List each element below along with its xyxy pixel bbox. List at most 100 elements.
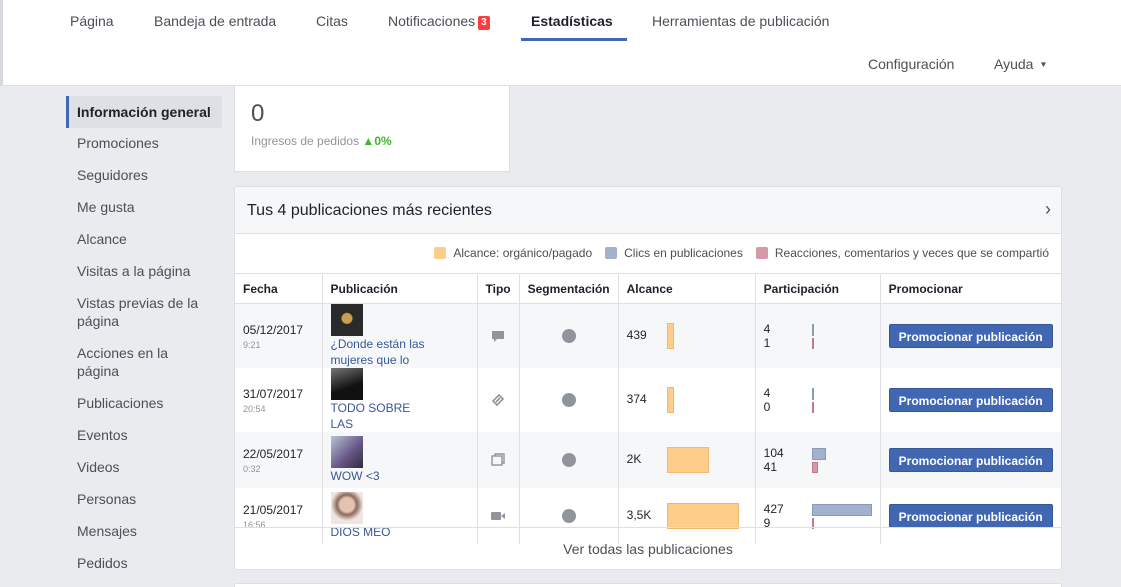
link-icon <box>491 393 505 407</box>
clicks-bar <box>811 388 814 400</box>
col-tipo: Tipo <box>477 273 520 304</box>
clicks-bar <box>811 504 872 516</box>
sidebar-item-publicaciones[interactable]: Publicaciones <box>66 394 222 412</box>
revenue-change: 0% <box>374 134 392 148</box>
post-date: 22/05/2017 <box>243 446 304 461</box>
sidebar-item-seguidores[interactable]: Seguidores <box>66 166 222 184</box>
post-thumbnail[interactable] <box>330 492 363 524</box>
reach-value: 439 <box>626 328 647 343</box>
post-text[interactable]: ¿Donde están las mujeres que lo <box>331 336 435 368</box>
sidebar-item-vistas-previas[interactable]: Vistas previas de la página <box>66 294 222 330</box>
reactions-bar <box>811 338 814 349</box>
sidebar-item-alcance[interactable]: Alcance <box>66 230 222 248</box>
revenue-label-row: Ingresos de pedidos ▲0% <box>251 134 392 148</box>
next-card-edge <box>234 583 1062 587</box>
tab-herramientas-de-publicacion[interactable]: Herramientas de publicación <box>652 12 829 42</box>
table-row: 22/05/2017 0:32 WOW <3 2K 104 41 Promocion… <box>235 432 1061 488</box>
promote-post-button[interactable]: Promocionar publicación <box>888 324 1053 348</box>
chevron-right-icon[interactable]: › <box>1045 199 1051 220</box>
revenue-card: 0 Ingresos de pedidos ▲0% <box>234 86 510 172</box>
post-text[interactable]: WOW <3 <box>331 468 435 484</box>
reach-value: 374 <box>626 392 647 407</box>
legend-clicks: Clics en publicaciones <box>624 246 743 260</box>
col-fecha: Fecha <box>235 273 323 304</box>
promote-post-button[interactable]: Promocionar publicación <box>888 448 1053 472</box>
post-text[interactable]: TODO SOBRE LAS <box>331 400 435 432</box>
video-icon <box>491 512 506 520</box>
sidebar-item-mensajes[interactable]: Mensajes <box>66 522 222 540</box>
reach-value: 3,5K <box>626 508 652 523</box>
chart-legend: Alcance: orgánico/pagado Clics en public… <box>421 246 1049 260</box>
sidebar-item-informacion-general[interactable]: Información general <box>66 96 222 128</box>
caret-down-icon: ▼ <box>1039 60 1048 69</box>
globe-icon <box>561 453 576 467</box>
post-date: 31/07/2017 <box>243 386 304 401</box>
reach-bar <box>666 447 709 473</box>
sidebar-item-acciones[interactable]: Acciones en la página <box>66 344 222 380</box>
revenue-value: 0 <box>251 100 265 127</box>
reactions-value: 41 <box>763 460 777 474</box>
promote-post-button[interactable]: Promocionar publicación <box>888 388 1053 412</box>
recent-posts-header[interactable]: Tus 4 publicaciones más recientes › <box>235 187 1061 234</box>
page-top-navigation: Página Bandeja de entrada Citas Notifica… <box>0 0 1121 86</box>
table-row: 05/12/2017 9:21 ¿Donde están las mujeres … <box>235 303 1061 368</box>
recent-posts-title: Tus 4 publicaciones más recientes <box>247 202 492 219</box>
sidebar-item-me-gusta[interactable]: Me gusta <box>66 198 222 216</box>
reach-value: 2K <box>626 452 642 467</box>
tab-bandeja-de-entrada[interactable]: Bandeja de entrada <box>154 12 276 42</box>
up-arrow-icon: ▲ <box>362 134 375 148</box>
help-menu[interactable]: Ayuda ▼ <box>994 56 1047 72</box>
help-label: Ayuda <box>994 56 1034 72</box>
sidebar-item-personas[interactable]: Personas <box>66 490 222 508</box>
sidebar-item-videos[interactable]: Videos <box>66 458 222 476</box>
post-time: 9:21 <box>243 339 261 350</box>
globe-icon <box>561 329 576 343</box>
sidebar-item-visitas[interactable]: Visitas a la página <box>66 262 222 280</box>
post-time: 0:32 <box>243 463 261 474</box>
notification-count-badge: 3 <box>478 16 490 30</box>
reach-bar <box>666 387 674 413</box>
reach-bar <box>666 503 739 529</box>
engagement-cell: 41 <box>764 321 872 351</box>
sidebar-item-pedidos[interactable]: Pedidos <box>66 554 222 572</box>
globe-icon <box>561 393 576 407</box>
clicks-bar <box>811 448 826 460</box>
reactions-value: 1 <box>763 336 771 350</box>
clicks-bar <box>811 324 814 336</box>
reactions-value: 0 <box>763 400 771 414</box>
post-thumbnail[interactable] <box>330 436 363 468</box>
clicks-value: 4 <box>763 322 771 336</box>
tab-notificaciones[interactable]: Notificaciones 3 <box>388 12 490 42</box>
clicks-value: 104 <box>763 446 784 460</box>
reach-bar <box>666 323 674 349</box>
posts-table: Fecha Publicación Tipo Segmentación Alca… <box>235 273 1061 544</box>
post-date: 05/12/2017 <box>243 322 304 337</box>
tab-notificaciones-label: Notificaciones <box>388 13 476 29</box>
post-thumbnail[interactable] <box>330 368 363 400</box>
reactions-swatch <box>755 247 768 259</box>
settings-link[interactable]: Configuración <box>868 56 954 72</box>
status-icon <box>492 331 505 342</box>
reactions-bar <box>811 402 814 413</box>
col-segmentacion: Segmentación <box>519 273 619 304</box>
legend-reach: Alcance: orgánico/pagado <box>453 246 593 260</box>
sidebar-item-promociones[interactable]: Promociones <box>66 134 222 152</box>
table-row: 31/07/2017 20:54 TODO SOBRE LAS 374 40 Pr… <box>235 368 1061 432</box>
col-promocionar: Promocionar <box>880 273 1061 304</box>
tab-citas[interactable]: Citas <box>316 12 348 42</box>
tab-pagina[interactable]: Página <box>70 12 114 42</box>
col-participacion: Participación <box>755 273 881 304</box>
see-all-posts-link[interactable]: Ver todas las publicaciones <box>235 527 1061 569</box>
engagement-cell: 40 <box>764 385 872 415</box>
revenue-label: Ingresos de pedidos <box>251 134 360 148</box>
clicks-value: 4 <box>763 386 771 400</box>
engagement-cell: 104 41 <box>764 445 872 475</box>
promote-post-button[interactable]: Promocionar publicación <box>888 504 1053 528</box>
clicks-value: 427 <box>763 502 784 516</box>
recent-posts-card: Tus 4 publicaciones más recientes › Alca… <box>234 186 1062 570</box>
reach-swatch <box>434 247 447 259</box>
col-publicacion: Publicación <box>322 273 478 304</box>
post-thumbnail[interactable] <box>330 304 363 336</box>
col-alcance: Alcance <box>618 273 756 304</box>
sidebar-item-eventos[interactable]: Eventos <box>66 426 222 444</box>
